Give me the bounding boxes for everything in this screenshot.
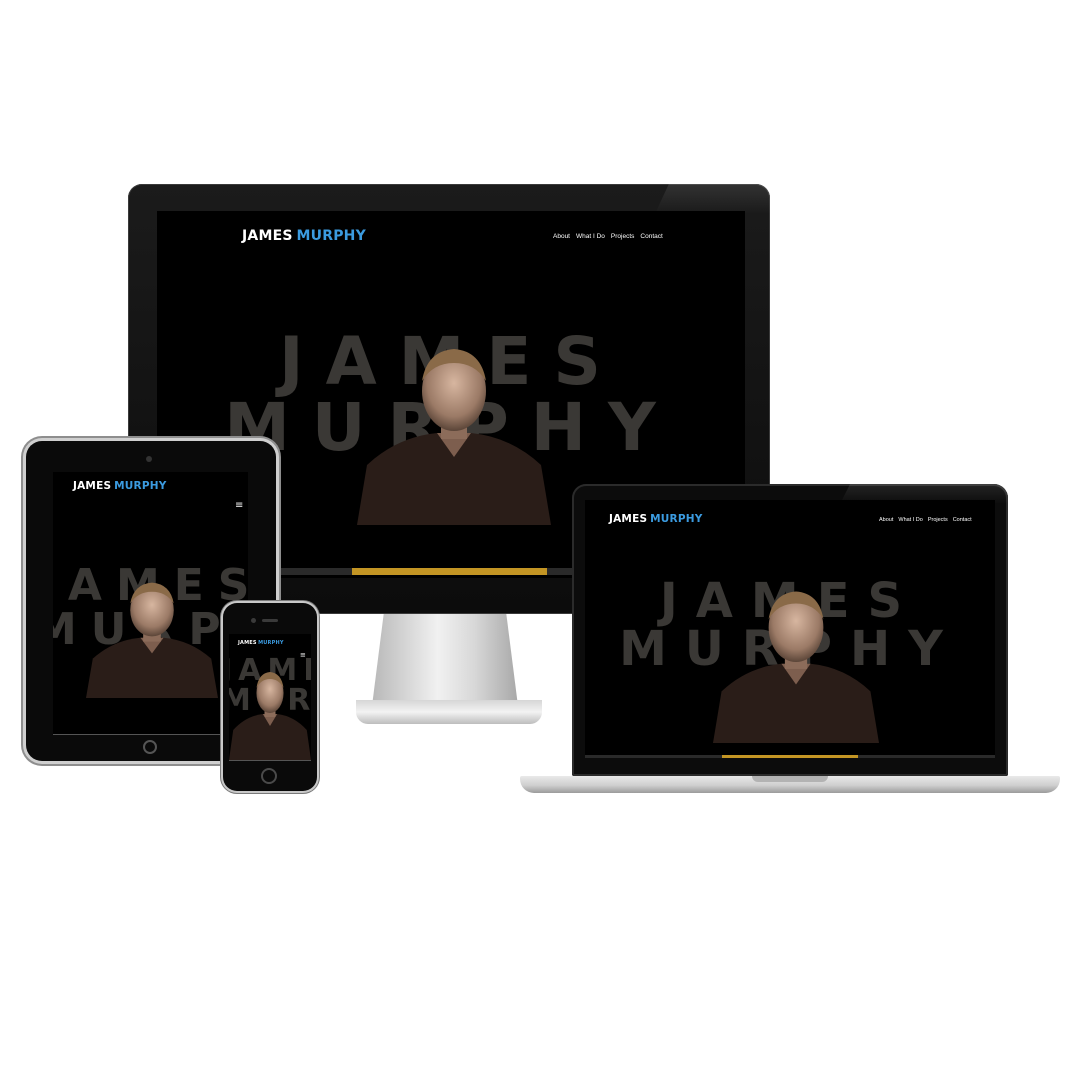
laptop-progress-bar [585, 755, 995, 758]
laptop-site-logo[interactable]: JAMES MURPHY [609, 513, 703, 525]
phone-speaker [262, 619, 278, 622]
laptop-nav-about[interactable]: About [879, 517, 893, 523]
laptop-notch [752, 776, 828, 782]
laptop-logo-last-name: MURPHY [650, 513, 703, 525]
laptop-hero-portrait [713, 588, 879, 743]
phone-screen: JAMESMURPHY ≡ JAMES MURPHY [229, 634, 311, 761]
tablet-site-logo[interactable]: JAMES MURPHY [73, 480, 167, 492]
phone-camera [251, 618, 256, 623]
tablet-hero-portrait [86, 580, 218, 698]
phone-hero-portrait [229, 670, 311, 760]
tablet-home-button [143, 740, 157, 754]
nav-projects[interactable]: Projects [611, 233, 634, 240]
logo-last-name: MURPHY [296, 228, 366, 244]
laptop-progress-fill [722, 755, 858, 758]
phone-logo-first-name: JAMES [238, 640, 257, 646]
main-nav: About What I Do Projects Contact [553, 233, 663, 240]
hero-portrait [357, 345, 551, 525]
laptop-nav-contact[interactable]: Contact [953, 517, 972, 523]
responsive-mockup: JAMES MURPHY About What I Do Projects Con… [0, 0, 1080, 1080]
tablet-camera [146, 456, 152, 462]
laptop-nav-what-i-do[interactable]: What I Do [898, 517, 922, 523]
tablet-logo-last-name: MURPHY [114, 480, 167, 492]
tablet-screen: JAMESMURPHY ≡ JAMES MURPHY [53, 472, 248, 735]
phone-logo-last-name: MURPHY [258, 640, 284, 646]
laptop-screen: JAMES MURPHY About What I Do Projects Con… [585, 500, 995, 758]
hamburger-menu-icon[interactable]: ≡ [235, 500, 243, 511]
monitor-glare [655, 184, 770, 214]
logo-first-name: JAMES [242, 228, 293, 244]
phone-site-logo[interactable]: JAMESMURPHY [238, 640, 284, 646]
laptop-main-nav: About What I Do Projects Contact [879, 517, 972, 523]
laptop-logo-first-name: JAMES [609, 513, 648, 525]
tablet-logo-first-name: JAMES [73, 480, 112, 492]
hero-progress-fill [352, 568, 547, 575]
monitor-stand-foot [356, 700, 542, 724]
nav-contact[interactable]: Contact [640, 233, 662, 240]
site-logo[interactable]: JAMES MURPHY [242, 228, 366, 244]
phone-home-button [261, 768, 277, 784]
laptop-nav-projects[interactable]: Projects [928, 517, 948, 523]
monitor-stand-neck [372, 614, 518, 706]
nav-what-i-do[interactable]: What I Do [576, 233, 605, 240]
nav-about[interactable]: About [553, 233, 570, 240]
